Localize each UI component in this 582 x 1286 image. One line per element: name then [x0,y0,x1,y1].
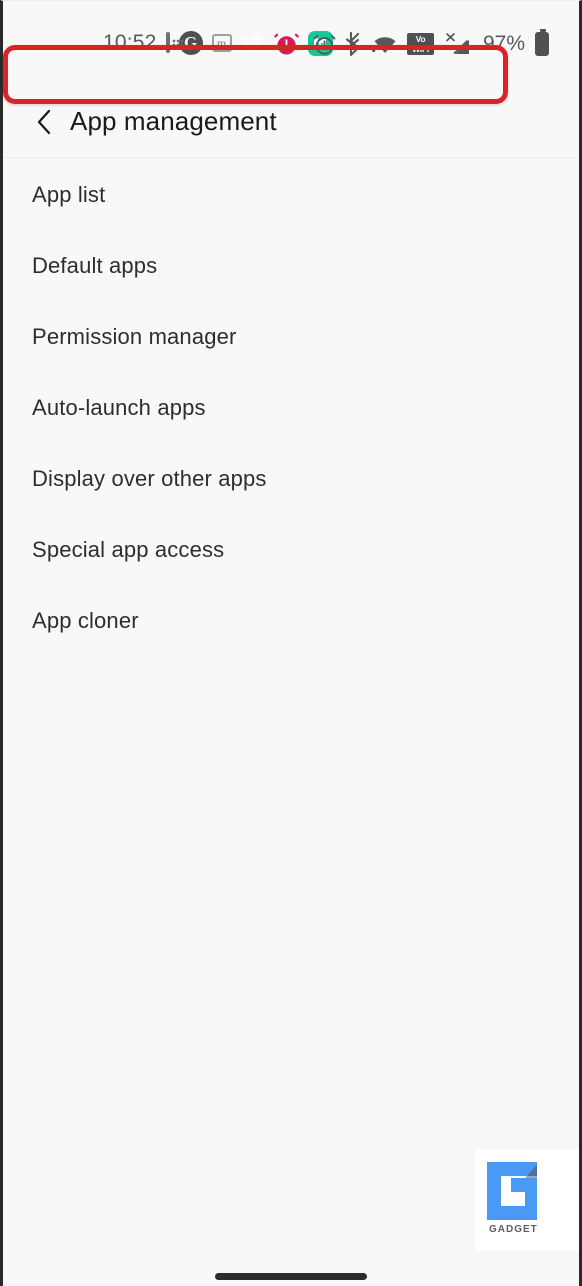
list-item-permission-manager[interactable]: Permission manager [3,301,579,372]
home-indicator[interactable] [215,1273,367,1280]
vowifi-badge-icon: Vo WiFi [406,33,434,55]
list-item-label: Display over other apps [32,465,267,491]
alarm-outline-icon [313,33,336,56]
list-item-default-apps[interactable]: Default apps [3,230,579,301]
status-bar: 10:52 G m Vo WiFi 97% [3,1,579,87]
twitter-bird-icon [241,33,265,53]
alarm-clock-red-icon [273,31,299,56]
list-item-display-over-other-apps[interactable]: Display over other apps [3,443,579,514]
list-item-label: App cloner [32,607,139,633]
list-item-label: Permission manager [32,323,237,349]
navigation-bar [3,1250,579,1286]
list-item-label: Special app access [32,536,225,562]
status-bar-right: Vo WiFi 97% [313,28,549,60]
app-bar: App management [3,87,579,158]
battery-icon [535,29,549,56]
page-title: App management [70,106,277,136]
wifi-icon [371,34,398,54]
list-item-app-list[interactable]: App list [3,159,579,230]
list-item-label: Auto-launch apps [32,394,206,420]
list-item-label: App list [32,181,106,207]
signal-bars-no-sim-icon [443,32,471,56]
chevron-left-icon [37,109,51,135]
list-item-auto-launch-apps[interactable]: Auto-launch apps [3,372,579,443]
back-button[interactable] [31,107,57,137]
status-bar-left: 10:52 G m [103,27,333,59]
status-bar-clock: 10:52 [103,31,157,54]
list-item-label: Default apps [32,252,158,278]
m-app-icon: m [211,34,232,52]
phone-screen: 10:52 G m Vo WiFi 97% App management App… [0,0,582,1286]
list-item-special-app-access[interactable]: Special app access [3,514,579,585]
list-item-app-cloner[interactable]: App cloner [3,585,579,656]
settings-list: App list Default apps Permission manager… [3,159,579,656]
battery-percent-label: 97% [482,32,525,55]
bluetooth-icon [345,31,363,57]
watermark-clip-mask [537,1150,579,1250]
